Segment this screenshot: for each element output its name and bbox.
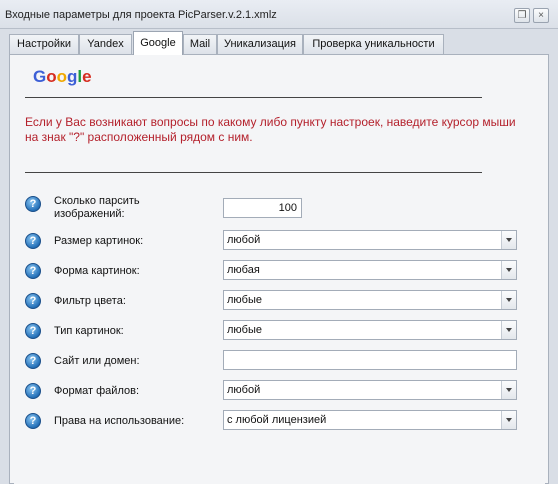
tab-yandex[interactable]: Yandex xyxy=(79,34,132,54)
color-filter-select[interactable]: любые xyxy=(223,290,517,310)
image-count-input[interactable]: 100 xyxy=(223,198,302,218)
file-format-value: любой xyxy=(227,384,261,396)
help-icon[interactable]: ? xyxy=(25,353,41,369)
chevron-down-icon[interactable] xyxy=(501,381,516,399)
tab-mail[interactable]: Mail xyxy=(183,34,217,54)
help-icon[interactable]: ? xyxy=(25,323,41,339)
tab-nastroyki[interactable]: Настройки xyxy=(9,34,79,54)
chevron-down-icon[interactable] xyxy=(501,231,516,249)
google-logo: Google xyxy=(33,67,92,87)
logo-letter: g xyxy=(67,67,78,86)
image-type-value: любые xyxy=(227,324,262,336)
divider-top xyxy=(25,97,482,98)
help-icon[interactable]: ? xyxy=(25,233,41,249)
tab-google[interactable]: Google xyxy=(133,31,183,55)
logo-letter: G xyxy=(33,67,47,86)
chevron-down-icon[interactable] xyxy=(501,411,516,429)
field-label-site-domain: Сайт или домен: xyxy=(54,355,140,367)
help-icon[interactable]: ? xyxy=(25,383,41,399)
logo-letter: e xyxy=(82,67,92,86)
usage-rights-value: с любой лицензией xyxy=(227,414,327,426)
site-domain-input[interactable] xyxy=(223,350,517,370)
help-icon[interactable]: ? xyxy=(25,293,41,309)
color-filter-value: любые xyxy=(227,294,262,306)
logo-letter: o xyxy=(46,67,57,86)
divider-bottom xyxy=(25,172,482,173)
field-label-usage-rights: Права на использование: xyxy=(54,415,185,427)
field-label-image-type: Тип картинок: xyxy=(54,325,124,337)
usage-rights-select[interactable]: с любой лицензией xyxy=(223,410,517,430)
help-icon[interactable]: ? xyxy=(25,196,41,212)
tab-strip: Настройки Yandex Google Mail Уникализаци… xyxy=(9,31,549,55)
help-notice: Если у Вас возникают вопросы по какому л… xyxy=(25,115,516,144)
tab-unikalizatsiya[interactable]: Уникализация xyxy=(217,34,303,54)
google-settings: Google Если у Вас возникают вопросы по к… xyxy=(14,59,545,484)
tab-proverka-unikalnosti[interactable]: Проверка уникальности xyxy=(303,34,444,54)
chevron-down-icon[interactable] xyxy=(501,291,516,309)
restore-button[interactable]: ❐ xyxy=(514,8,530,23)
field-label-image-size: Размер картинок: xyxy=(54,235,144,247)
window-title: Входные параметры для проекта PicParser.… xyxy=(5,9,277,21)
title-bar: Входные параметры для проекта PicParser.… xyxy=(0,0,558,29)
image-size-select[interactable]: любой xyxy=(223,230,517,250)
image-shape-value: любая xyxy=(227,264,260,276)
field-label-image-shape: Форма картинок: xyxy=(54,265,140,277)
field-label-file-format: Формат файлов: xyxy=(54,385,140,397)
image-shape-select[interactable]: любая xyxy=(223,260,517,280)
close-icon: × xyxy=(538,10,544,21)
field-label-color-filter: Фильтр цвета: xyxy=(54,295,126,307)
image-type-select[interactable]: любые xyxy=(223,320,517,340)
help-icon[interactable]: ? xyxy=(25,413,41,429)
restore-icon: ❐ xyxy=(517,10,527,21)
field-label-image-count: Сколько парсить изображений: xyxy=(54,195,140,220)
close-button[interactable]: × xyxy=(533,8,549,23)
chevron-down-icon[interactable] xyxy=(501,321,516,339)
chevron-down-icon[interactable] xyxy=(501,261,516,279)
image-size-value: любой xyxy=(227,234,261,246)
file-format-select[interactable]: любой xyxy=(223,380,517,400)
settings-panel: Google Если у Вас возникают вопросы по к… xyxy=(9,54,549,484)
help-icon[interactable]: ? xyxy=(25,263,41,279)
logo-letter: o xyxy=(56,67,68,86)
